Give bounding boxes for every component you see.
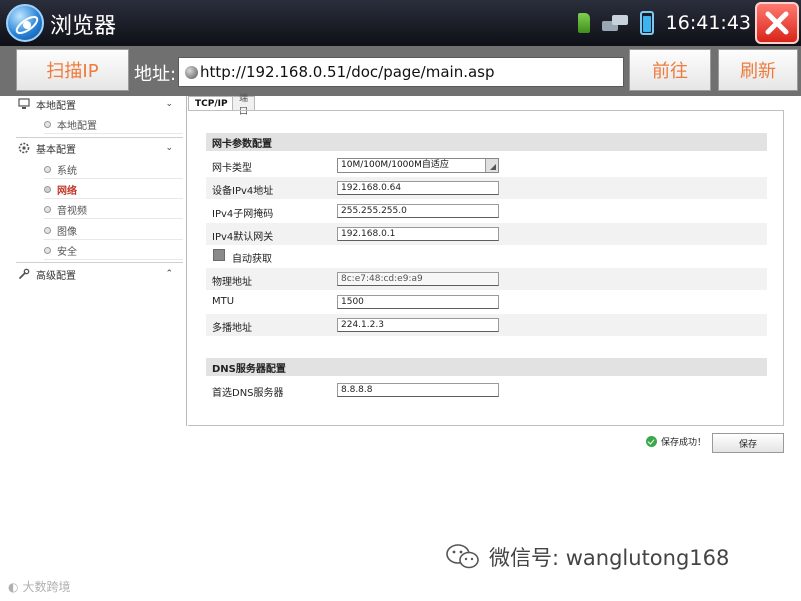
multicast-input[interactable]: 224.1.2.3 [337,318,499,332]
mtu-label: MTU [212,296,235,307]
sidebar-item-label: 音视频 [57,206,87,217]
sidebar-item-security[interactable]: 安全 [44,242,183,260]
sidebar-group-label: 基本配置 [36,144,76,156]
ipv4-mask-input[interactable]: 255.255.255.0 [337,204,499,218]
ipv4-gateway-input[interactable]: 192.168.0.1 [337,227,499,241]
sidebar-group-label: 本地配置 [36,100,76,112]
bullet-icon [44,186,51,193]
divider [16,262,183,263]
sidebar-item-label: 本地配置 [57,121,97,132]
ipv4-address-row: 设备IPv4地址 192.168.0.64 [206,177,767,199]
battery-level [642,16,651,32]
save-status-text: 保存成功！ [661,438,707,448]
dropdown-arrow-icon [485,159,498,172]
tab-port[interactable]: 端口 [232,94,256,117]
scan-ip-button[interactable]: 扫描IP [16,49,129,91]
wrench-icon [19,268,30,279]
clock: 16:41:43 [665,12,751,34]
corner-watermark: ◐ 大数跨境 [8,578,71,595]
multicast-label: 多播地址 [212,323,252,334]
sidebar-item-label: 网络 [57,186,77,197]
chevron-up-icon: ⌃ [165,269,173,279]
sidebar-group-local[interactable]: 本地配置 ⌄ [18,96,183,112]
bullet-icon [44,166,51,173]
preferred-dns-row: 首选DNS服务器 8.8.8.8 [206,379,767,401]
sidebar-item-label: 图像 [57,227,77,238]
sidebar-item-audio-video[interactable]: 音视频 [44,201,183,219]
sidebar-group-label: 高级配置 [36,270,76,282]
sidebar-item-system[interactable]: 系统 [44,161,183,179]
nic-type-row: 网卡类型 10M/100M/1000M自适应 [206,154,767,176]
chevron-down-icon: ⌄ [165,143,173,153]
close-button[interactable] [755,2,799,44]
bullet-icon [44,227,51,234]
sidebar-group-advanced[interactable]: 高级配置 ⌃ [18,266,183,282]
ipv4-mask-label: IPv4子网掩码 [212,209,274,220]
title-bar: 浏览器 16:41:43 [0,0,801,46]
bullet-icon [44,206,51,213]
gear-icon [18,142,30,154]
weibo-icon: ◐ [8,579,19,594]
preferred-dns-label: 首选DNS服务器 [212,388,284,399]
bullet-icon [44,121,51,128]
url-input[interactable]: http://192.168.0.51/doc/page/main.asp [178,57,624,87]
bullet-icon [44,247,51,254]
ipv4-address-input[interactable]: 192.168.0.64 [337,181,499,195]
sidebar-item-label: 安全 [57,247,77,258]
nic-type-select[interactable]: 10M/100M/1000M自适应 [337,158,499,173]
refresh-button[interactable]: 刷新 [718,49,798,91]
mtu-input[interactable]: 1500 [337,295,499,309]
preferred-dns-input[interactable]: 8.8.8.8 [337,383,499,397]
network-icon [601,15,628,31]
nic-type-value: 10M/100M/1000M自适应 [341,160,449,170]
address-bar: 扫描IP 地址: http://192.168.0.51/doc/page/ma… [0,46,801,96]
address-label: 地址: [134,64,177,85]
sidebar-group-basic[interactable]: 基本配置 ⌄ [18,140,183,156]
divider [16,137,183,138]
mac-value: 8c:e7:48:cd:e9:a9 [337,272,499,286]
tab-tcp-ip[interactable]: TCP/IP [188,96,235,111]
dns-section-title: DNS服务器配置 [206,358,767,376]
mtu-row: MTU 1500 [206,291,767,313]
sidebar-item-label: 系统 [57,166,77,177]
ipv4-gateway-row: IPv4默认网关 192.168.0.1 [206,223,767,245]
nic-type-label: 网卡类型 [212,163,252,174]
ipv4-gateway-label: IPv4默认网关 [212,232,274,243]
sidebar-item-local-config[interactable]: 本地配置 [44,116,183,134]
status-area: 16:41:43 [577,8,751,38]
sidebar: 本地配置 ⌄ 本地配置 基本配置 ⌄ 系统 网络 音视频 图像 安全 高级配置 … [0,96,183,601]
dhcp-row: 自动获取 [206,245,767,267]
save-status: 保存成功！ [646,435,706,448]
url-text: http://192.168.0.51/doc/page/main.asp [200,63,495,81]
corner-watermark-text: 大数跨境 [22,580,71,594]
content-divider [186,96,187,426]
globe-icon [185,65,198,79]
mac-label: 物理地址 [212,277,252,288]
wechat-watermark: 微信号: wanglutong168 [445,542,729,572]
monitor-icon [18,98,30,109]
ipv4-address-label: 设备IPv4地址 [212,186,274,197]
chevron-down-icon: ⌄ [165,99,173,109]
browser-logo-icon [6,4,44,42]
mac-row: 物理地址 8c:e7:48:cd:e9:a9 [206,268,767,290]
sidebar-item-network[interactable]: 网络 [44,181,183,199]
ipv4-mask-row: IPv4子网掩码 255.255.255.0 [206,200,767,222]
sd-card-icon [577,13,590,33]
multicast-row: 多播地址 224.1.2.3 [206,314,767,336]
close-icon [765,11,789,35]
battery-icon [639,11,654,35]
wechat-id-text: 微信号: wanglutong168 [489,546,730,570]
sidebar-item-image[interactable]: 图像 [44,222,183,240]
app-title: 浏览器 [50,14,117,39]
nic-section-title: 网卡参数配置 [206,133,767,151]
dhcp-label: 自动获取 [232,254,272,265]
go-button[interactable]: 前往 [629,49,711,91]
wechat-icon [446,544,479,569]
success-check-icon [646,436,657,447]
save-button[interactable]: 保存 [712,433,784,453]
dhcp-checkbox[interactable] [213,249,225,261]
